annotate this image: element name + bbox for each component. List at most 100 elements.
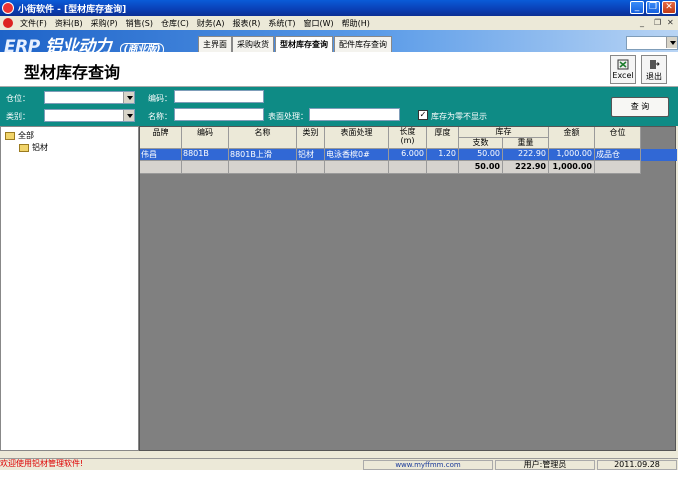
cell-location[interactable]: 成品仓 [595, 149, 641, 161]
header-surface[interactable]: 表面处理 [325, 127, 389, 149]
category-select[interactable] [44, 109, 135, 122]
header-stock-weight[interactable]: 重量 [503, 138, 549, 149]
header-stock[interactable]: 库存 [459, 127, 549, 138]
header-category[interactable]: 类别 [297, 127, 325, 149]
tab-purchase-receive[interactable]: 采购收货 [232, 36, 274, 52]
totals-empty [325, 161, 389, 174]
total-stock-weight: 222.90 [503, 161, 549, 174]
cell-surface[interactable]: 电泳香槟0# [325, 149, 389, 161]
query-button[interactable]: 查 询 [611, 97, 669, 117]
chevron-down-icon[interactable] [666, 37, 677, 48]
header-length[interactable]: 长度 (m) [389, 127, 427, 149]
tab-profile-stock[interactable]: 型材库存查询 [275, 36, 333, 52]
header-amount[interactable]: 金额 [549, 127, 595, 149]
header-name[interactable]: 名称 [229, 127, 297, 149]
status-bar: 欢迎使用铝材管理软件! www.myffmm.com 用户:管理员 2011.0… [0, 458, 678, 470]
menu-app-icon[interactable] [3, 18, 13, 28]
folder-icon [19, 143, 29, 152]
close-icon[interactable]: ✕ [662, 1, 676, 14]
exit-door-icon [650, 60, 660, 69]
name-input[interactable] [174, 108, 264, 121]
menu-warehouse[interactable]: 仓库(C) [157, 18, 193, 29]
totals-empty [427, 161, 459, 174]
total-stock-count: 50.00 [459, 161, 503, 174]
page-title: 型材库存查询 [24, 63, 121, 82]
tree-node-all-label: 全部 [18, 131, 34, 140]
excel-button[interactable]: Excel [610, 55, 636, 84]
status-website: www.myffmm.com [363, 460, 493, 470]
tab-combo[interactable] [626, 36, 678, 50]
warehouse-select[interactable] [44, 91, 135, 104]
totals-empty [389, 161, 427, 174]
surface-label: 表面处理： [268, 112, 308, 121]
totals-empty [140, 161, 182, 174]
category-tree: 全部 铝材 [0, 126, 139, 451]
filter-panel: 仓位： 类别： 编码： 名称： 表面处理： ✓ 库存为零不显示 [0, 87, 678, 126]
cell-brand[interactable]: 伟昌 [140, 149, 182, 161]
cell-amount[interactable]: 1,000.00 [549, 149, 595, 161]
totals-empty [229, 161, 297, 174]
totals-empty [595, 161, 641, 174]
menu-items: 文件(F) 资料(B) 采购(P) 销售(S) 仓库(C) 财务(A) 报表(R… [16, 18, 374, 29]
header-location[interactable]: 仓位 [595, 127, 641, 149]
totals-empty [297, 161, 325, 174]
mdi-restore-icon[interactable]: ❐ [654, 18, 661, 27]
stock-grid: 品牌 编码 名称 类别 表面处理 长度 (m) 厚度 库存 支数 重量 金额 仓… [139, 126, 677, 451]
totals-empty [182, 161, 229, 174]
maximize-icon[interactable]: ❐ [646, 1, 660, 14]
header-stock-count[interactable]: 支数 [459, 138, 503, 149]
page-header: 型材库存查询 Excel 退出 [0, 52, 678, 87]
menu-report[interactable]: 报表(R) [229, 18, 265, 29]
menu-bar: 文件(F) 资料(B) 采购(P) 销售(S) 仓库(C) 财务(A) 报表(R… [0, 16, 678, 30]
cell-thickness[interactable]: 1.20 [427, 149, 459, 161]
excel-icon [617, 59, 629, 70]
total-amount: 1,000.00 [549, 161, 595, 174]
app-logo-icon [2, 2, 14, 14]
menu-data[interactable]: 资料(B) [51, 18, 87, 29]
cell-name[interactable]: 8801B上滑 [229, 149, 297, 161]
excel-label: Excel [612, 71, 634, 80]
surface-input[interactable] [309, 108, 400, 121]
warehouse-label: 仓位： [6, 94, 30, 103]
tree-node-aluminum-label: 铝材 [32, 143, 48, 152]
mdi-close-icon[interactable]: ✕ [667, 18, 674, 27]
minimize-icon[interactable]: _ [630, 1, 644, 14]
cell-stock-count[interactable]: 50.00 [459, 149, 503, 161]
bottom-area [0, 470, 678, 489]
header-code[interactable]: 编码 [182, 127, 229, 149]
menu-window[interactable]: 窗口(W) [299, 18, 337, 29]
header-brand[interactable]: 品牌 [140, 127, 182, 149]
menu-file[interactable]: 文件(F) [16, 18, 51, 29]
tree-node-all[interactable]: 全部 [5, 130, 34, 141]
cell-code[interactable]: 8801B [182, 149, 229, 161]
chevron-down-icon[interactable] [123, 92, 134, 103]
window-title: 小街软件 - [型材库存查询] [18, 5, 127, 15]
tab-main[interactable]: 主界面 [198, 36, 232, 52]
status-welcome: 欢迎使用铝材管理软件! [0, 460, 362, 470]
menu-system[interactable]: 系统(T) [264, 18, 299, 29]
menu-sales[interactable]: 销售(S) [122, 18, 157, 29]
zero-stock-label: 库存为零不显示 [431, 112, 487, 121]
name-label: 名称： [148, 112, 172, 121]
cell-category[interactable]: 铝材 [297, 149, 325, 161]
title-bar: 小街软件 - [型材库存查询] _ ❐ ✕ [0, 0, 678, 16]
tree-node-aluminum[interactable]: 铝材 [19, 142, 48, 153]
cell-length[interactable]: 6.000 [389, 149, 427, 161]
code-label: 编码： [148, 94, 172, 103]
code-input[interactable] [174, 90, 264, 103]
zero-stock-checkbox[interactable]: ✓ [418, 110, 428, 120]
tab-parts-stock[interactable]: 配件库存查询 [334, 36, 392, 52]
exit-label: 退出 [646, 72, 662, 81]
menu-purchase[interactable]: 采购(P) [87, 18, 122, 29]
folder-icon [5, 131, 15, 140]
status-date: 2011.09.28 [597, 460, 677, 470]
chevron-down-icon[interactable] [123, 110, 134, 121]
header-thickness[interactable]: 厚度 [427, 127, 459, 149]
menu-finance[interactable]: 财务(A) [193, 18, 229, 29]
mdi-minimize-icon[interactable]: _ [640, 18, 644, 27]
exit-button[interactable]: 退出 [641, 55, 667, 84]
cell-stock-weight[interactable]: 222.90 [503, 149, 549, 161]
status-user: 用户:管理员 [495, 460, 595, 470]
menu-help[interactable]: 帮助(H) [338, 18, 374, 29]
category-label: 类别： [6, 112, 30, 121]
